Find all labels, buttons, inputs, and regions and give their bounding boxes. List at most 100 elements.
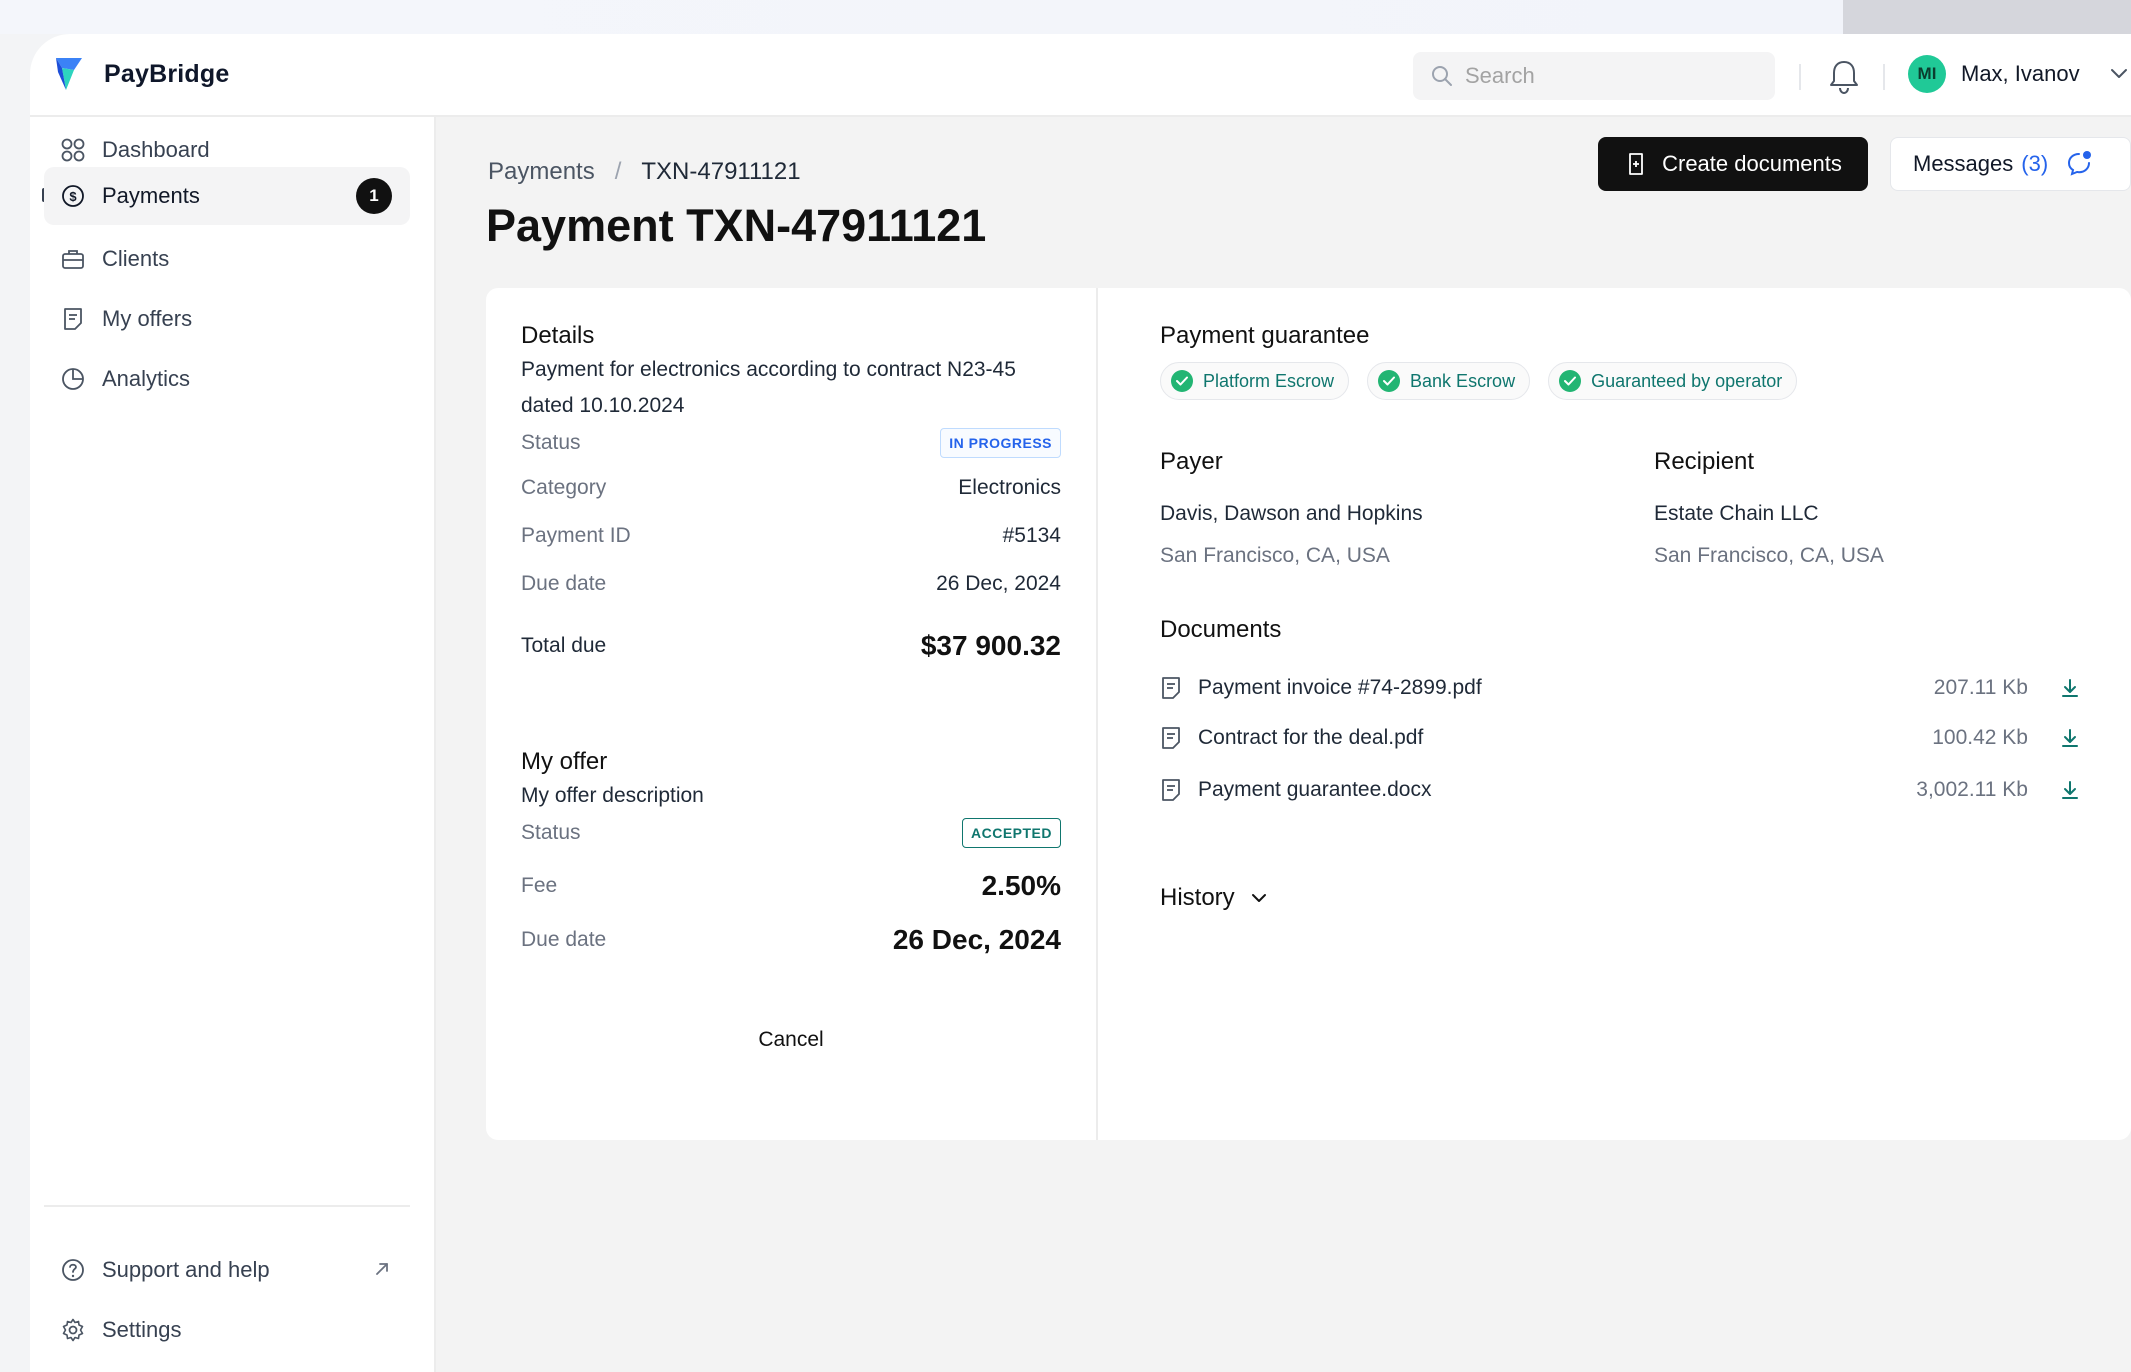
breadcrumb-current: TXN-47911121 [641, 158, 801, 185]
help-icon [62, 1259, 84, 1281]
search-input[interactable] [1465, 63, 1745, 89]
background-top [0, 0, 2131, 34]
row-value: #5134 [1002, 524, 1061, 547]
sidebar-item-clients[interactable]: Clients [44, 230, 410, 288]
row-value: 26 Dec, 2024 [936, 572, 1061, 595]
row-key: Due date [521, 928, 607, 951]
logo[interactable]: PayBridge [52, 54, 229, 94]
sidebar-item-label: Dashboard [102, 137, 210, 162]
details-description: Payment for electronics according to con… [521, 358, 1016, 417]
status-badge: IN PROGRESS [940, 428, 1061, 458]
document-row[interactable]: Contract for the deal.pdf 100.42 Kb [1160, 722, 2080, 754]
guarantee-title: Payment guarantee [1160, 322, 1370, 349]
row-key: Status [521, 431, 581, 454]
sidebar-item-support[interactable]: Support and help [44, 1241, 410, 1299]
document-name: Payment invoice #74-2899.pdf [1198, 676, 1482, 699]
analytics-icon [62, 368, 84, 390]
avatar: MI [1908, 55, 1946, 93]
divider [1883, 64, 1885, 90]
chip-label: Platform Escrow [1203, 370, 1335, 391]
cancel-button[interactable]: Cancel [521, 1018, 1061, 1062]
clients-icon [62, 250, 84, 269]
sidebar-item-payments[interactable]: $ Payments 1 [44, 167, 410, 225]
document-row[interactable]: Payment invoice #74-2899.pdf 207.11 Kb [1160, 672, 2080, 704]
sidebar-item-label: Analytics [102, 366, 191, 391]
search-box[interactable] [1413, 52, 1775, 100]
user-name: Max, Ivanov [1961, 61, 2080, 86]
guarantee-chip: Platform Escrow [1160, 362, 1350, 400]
fee-value: 2.50% [981, 870, 1061, 901]
sidebar-item-label: My offers [102, 306, 193, 331]
bell-icon[interactable] [1825, 56, 1863, 96]
sidebar-item-label: Support and help [102, 1257, 270, 1282]
details-row-total: Total due $37 900.32 [521, 630, 1061, 662]
download-icon[interactable] [2060, 678, 2080, 698]
background-corner [1843, 0, 2131, 34]
row-key: Payment ID [521, 524, 631, 547]
check-icon [1378, 370, 1401, 392]
external-link-icon [376, 1263, 388, 1275]
messages-label: Messages [1913, 151, 2014, 176]
document-name: Payment guarantee.docx [1198, 778, 1432, 801]
payment-card: Details Payment for electronics accordin… [486, 288, 2131, 1140]
details-row-status: Status IN PROGRESS [521, 428, 1061, 458]
messages-button[interactable]: Messages (3) [1890, 137, 2131, 191]
sidebar-item-analytics[interactable]: Analytics [44, 350, 410, 408]
divider [1799, 64, 1801, 90]
create-documents-label: Create documents [1662, 151, 1842, 176]
sidebar-divider [44, 1205, 410, 1207]
recipient-name: Estate Chain LLC [1654, 502, 1819, 525]
payments-icon: $ [62, 185, 84, 207]
row-value: Electronics [958, 476, 1061, 499]
payer-title: Payer [1160, 448, 1223, 475]
offer-row-due-date: Due date 26 Dec, 2024 [521, 924, 1061, 956]
history-title: History [1160, 884, 1235, 911]
app-window: PayBridge MI Max, Ivanov [30, 34, 2131, 1372]
sidebar-item-my-offers[interactable]: My offers [44, 290, 410, 348]
row-key: Fee [521, 874, 558, 897]
row-key: Due date [521, 572, 607, 595]
details-row-payment-id: Payment ID #5134 [521, 524, 1061, 548]
gear-icon [62, 1318, 84, 1342]
breadcrumb-parent[interactable]: Payments [488, 158, 595, 186]
create-documents-button[interactable]: Create documents [1598, 137, 1868, 191]
payer-location: San Francisco, CA, USA [1160, 544, 1390, 567]
document-plus-icon [1629, 153, 1644, 175]
sidebar-item-label: Settings [102, 1317, 182, 1342]
offer-row-fee: Fee 2.50% [521, 870, 1061, 902]
offer-row-status: Status ACCEPTED [521, 818, 1061, 848]
document-icon [1162, 727, 1180, 749]
history-toggle[interactable]: History [1160, 884, 1267, 912]
breadcrumb: Payments / TXN-47911121 [488, 158, 801, 186]
notification-badge: 1 [356, 178, 392, 214]
user-menu[interactable]: MI Max, Ivanov [1908, 55, 2128, 93]
download-icon[interactable] [2060, 728, 2080, 748]
details-row-category: Category Electronics [521, 476, 1061, 500]
check-icon [1171, 370, 1193, 392]
row-key: Category [521, 476, 607, 499]
offers-icon [64, 308, 82, 330]
messages-count: (3) [2021, 151, 2049, 176]
svg-text:$: $ [69, 189, 77, 204]
document-row[interactable]: Payment guarantee.docx 3,002.11 Kb [1160, 774, 2080, 806]
recipient-title: Recipient [1654, 448, 1755, 475]
payer-name: Davis, Dawson and Hopkins [1160, 502, 1423, 525]
app-name: PayBridge [104, 59, 230, 88]
download-icon[interactable] [2060, 780, 2080, 800]
sidebar-item-label: Payments [102, 183, 200, 208]
sidebar-item-settings[interactable]: Settings [44, 1301, 410, 1359]
top-bar: PayBridge MI Max, Ivanov [30, 34, 2131, 117]
total-label: Total due [521, 634, 607, 657]
sidebar: Dashboard $ Payments 1 Clients My offers… [30, 117, 436, 1372]
recipient-location: San Francisco, CA, USA [1654, 544, 1884, 567]
row-key: Status [521, 821, 581, 844]
document-size: 207.11 Kb [1933, 676, 2028, 699]
documents-title: Documents [1160, 616, 1282, 643]
offer-description: My offer description [521, 784, 704, 807]
page-title: Payment TXN-47911121 [486, 200, 987, 251]
dashboard-icon [61, 138, 85, 162]
document-size: 3,002.11 Kb [1916, 778, 2028, 801]
card-divider [1096, 288, 1098, 1140]
logo-icon [56, 58, 82, 90]
check-icon [1559, 370, 1582, 392]
